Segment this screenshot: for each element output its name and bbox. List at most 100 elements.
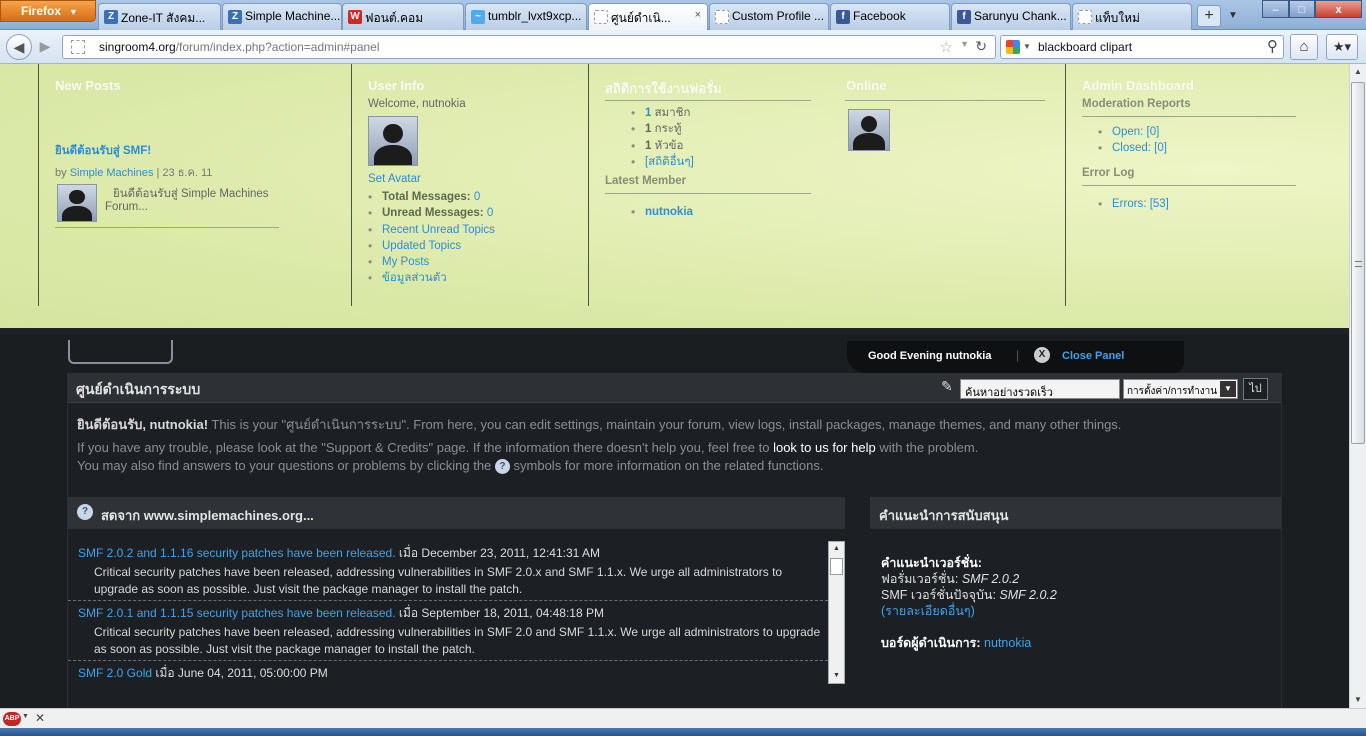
browser-tab[interactable]: Custom Profile ... [709,3,829,30]
scroll-down-arrow-icon[interactable]: ▼ [1350,692,1366,708]
favicon-icon: f [836,10,850,24]
current-version-label: SMF เวอร์ชั่นปัจจุบัน: [881,588,996,602]
news-scroll-thumb[interactable] [830,558,843,575]
total-messages-value[interactable]: 0 [474,191,480,203]
errors-link[interactable]: Errors: [53] [1112,198,1169,210]
browser-tab-label: Sarunyu Chank... [974,9,1067,23]
forward-arrow-icon: ▶ [39,38,51,54]
new-post-author-link[interactable]: Simple Machines [70,167,154,179]
news-body: Critical security patches have been rele… [94,625,821,656]
latest-member-link[interactable]: nutnokia [645,206,693,218]
unread-messages-value[interactable]: 0 [487,207,493,219]
online-divider [845,100,1045,101]
panel-collapse-tab[interactable] [68,340,173,364]
bookmark-star-icon[interactable]: ☆ [940,38,953,56]
search-input[interactable]: blackboard clipart [1038,40,1132,54]
tab-strip: Firefox ▼ Z Zone-IT สังคม... Z Simple Machin… [0,0,1366,30]
stats-topics-item: 1 หัวข้อ [631,138,844,155]
browser-tab[interactable]: แท็บใหม่ [1072,3,1192,30]
close-icon[interactable]: ✕ [35,711,45,725]
recent-unread-topics-link[interactable]: Recent Unread Topics [382,224,495,236]
help-icon: ? [494,459,510,474]
scroll-thumb[interactable] [1351,82,1365,444]
search-icon[interactable]: ⚲ [1267,37,1278,55]
admin-center-box: ศูนย์ดำเนินการระบบ ✎ ค้นหาอย่างรวดเร็ว ก… [67,373,1282,708]
browser-tab[interactable]: Z Zone-IT สังคม... [98,3,221,30]
online-user-avatar[interactable] [848,109,890,151]
scroll-down-arrow-icon[interactable]: ▼ [829,669,844,683]
admin-user-link[interactable]: nutnokia [984,636,1031,650]
total-messages-item: Total Messages: 0 [368,189,588,206]
help-icon[interactable]: ? [77,504,93,520]
support-info-box: คำแนะนำการสนับสนุน คำแนะนำเวอร์ชั่น: ฟอร… [870,497,1281,708]
back-button[interactable]: ◀ [6,34,32,60]
search-bar[interactable]: ▼ blackboard clipart ⚲ [1000,35,1284,59]
tab-list-button[interactable]: ▼ [1224,5,1242,27]
forward-button[interactable]: ▶ [32,34,58,60]
new-tab-button[interactable]: + [1197,5,1221,27]
quick-search-go-button[interactable]: ไป [1243,378,1268,400]
forum-stats-title: สถิติการใช้งานฟอรั่ม [605,81,722,96]
current-version-line: SMF เวอร์ชั่นปัจจุบัน: SMF 2.0.2 [881,587,1057,603]
favicon-icon [594,10,608,24]
welcome-user: ยินดีต้อนรับ, nutnokia! [77,417,209,432]
favicon-icon [715,10,729,24]
quick-search-input[interactable]: ค้นหาอย่างรวดเร็ว [960,379,1120,399]
adblock-icon[interactable]: ABP [3,712,21,726]
open-reports-link[interactable]: Open: [0] [1112,126,1159,138]
minimize-button[interactable]: – [1262,0,1289,18]
profile-link[interactable]: ข้อมูลส่วนตัว [382,272,447,284]
scroll-up-arrow-icon[interactable]: ▲ [1350,64,1366,80]
bookmarks-menu-button[interactable]: ★▾ [1326,34,1358,60]
browser-tab-label: tumblr_lvxt9xcp... [488,9,582,23]
browser-tab-label: Zone-IT สังคม... [121,11,206,25]
news-item: SMF 2.0.2 and 1.1.16 security patches ha… [68,541,828,601]
home-button[interactable]: ⌂ [1290,34,1318,60]
news-body: Critical security patches have been rele… [94,565,783,596]
admin-area: Good Evening nutnokia | X Close Panel ศู… [0,340,1349,708]
total-messages-label: Total Messages: [382,191,471,203]
browser-tab[interactable]: f Facebook [830,3,950,30]
quick-search-type-select[interactable]: การตั้งค่า/การทำงาน ▼ [1123,379,1238,399]
firefox-menu-button[interactable]: Firefox ▼ [0,0,96,22]
google-icon[interactable] [1006,40,1020,54]
news-title-link[interactable]: SMF 2.0.1 and 1.1.15 security patches ha… [78,606,396,620]
open-reports-item: Open: [0] [1098,124,1349,141]
browser-tab[interactable]: W ฟอนต์.คอม [342,3,464,30]
page-scrollbar[interactable]: ▲ ▼ [1349,64,1366,708]
site-identity-icon[interactable] [71,40,85,54]
scroll-up-arrow-icon[interactable]: ▲ [829,542,844,556]
tab-close-icon[interactable]: × [695,9,701,21]
adblock-dropdown-icon[interactable]: ▼ [22,713,29,720]
my-posts-link[interactable]: My Posts [382,256,429,268]
reload-icon[interactable]: ↻ [975,38,987,55]
browser-tab[interactable]: Z Simple Machine... [222,3,342,30]
window-close-button[interactable]: x [1315,0,1362,18]
url-bar[interactable]: singroom4.org/forum/index.php?action=adm… [62,35,996,59]
maximize-button[interactable]: □ [1289,0,1315,18]
look-for-help-link[interactable]: look to us for help [773,440,876,455]
updated-topics-link[interactable]: Updated Topics [382,240,461,252]
browser-tab[interactable]: ~ tumblr_lvxt9xcp... [465,3,587,30]
news-scrollbar[interactable]: ▲ ▼ [828,541,845,684]
closed-reports-link[interactable]: Closed: [0] [1112,142,1167,154]
close-panel-link[interactable]: Close Panel [1062,350,1124,362]
browser-tab[interactable]: ศูนย์ดำเนิ... × [588,3,708,30]
home-icon: ⌂ [1299,38,1309,55]
new-post-title-link[interactable]: ยินดีต้อนรับสู่ SMF! [55,142,279,160]
support-info-header: คำแนะนำการสนับสนุน [870,497,1281,529]
browser-tab[interactable]: f Sarunyu Chank... [951,3,1071,30]
more-stats-link[interactable]: [สถิติอื่นๆ] [645,156,694,168]
admin-center-header: ศูนย์ดำเนินการระบบ ✎ ค้นหาอย่างรวดเร็ว ก… [68,373,1281,403]
version-details-link[interactable]: (รายละเอียดอื่นๆ) [881,603,1057,619]
live-news-title: สดจาก www.simplemachines.org... [101,508,314,523]
help-text-end: symbols for more information on the rela… [509,458,824,473]
news-title-link[interactable]: SMF 2.0.2 and 1.1.16 security patches ha… [78,546,396,560]
close-icon[interactable]: X [1034,347,1050,363]
set-avatar-link[interactable]: Set Avatar [368,173,588,185]
latest-member-item: nutnokia [631,204,844,221]
url-history-dropdown-icon[interactable]: ▼ [960,39,969,49]
news-title-link[interactable]: SMF 2.0 Gold [78,666,152,680]
search-engine-dropdown-icon[interactable]: ▼ [1023,42,1031,51]
chevron-down-icon: ▼ [1220,381,1236,397]
